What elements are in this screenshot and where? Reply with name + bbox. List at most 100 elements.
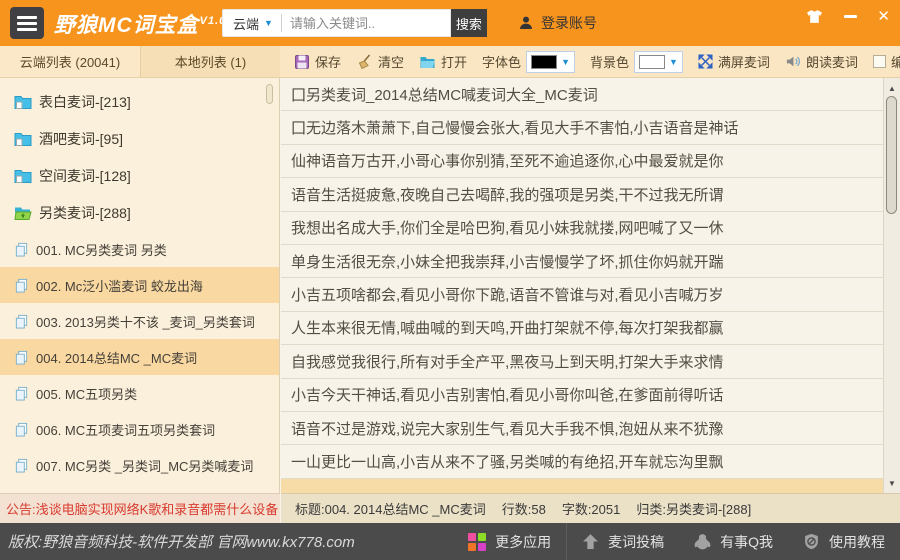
lyric-line[interactable]: 仙神语音万古开,小哥心事你别猜,至死不逾追逐你,心中最爱就是你 xyxy=(281,145,883,178)
sidebar-file-item[interactable]: 006. MC五项麦词五项另类套词 xyxy=(0,411,279,447)
edit-checkbox[interactable] xyxy=(873,55,886,68)
folder-list: 表白麦词-[213] 酒吧麦词-[95] 空间麦词-[128] 另类麦词-[288] xyxy=(0,78,279,231)
tab-cloud-list[interactable]: 云端列表 (20041) xyxy=(0,46,140,77)
font-color-swatch xyxy=(531,55,557,69)
file-label: 006. MC五项麦词五项另类套词 xyxy=(36,420,215,439)
bg-color-control: 背景色 ▼ xyxy=(590,51,683,73)
sidebar-file-item[interactable]: 005. MC五项另类 xyxy=(0,375,279,411)
file-icon xyxy=(14,422,29,437)
lyric-line[interactable]: 我想出名成大手,你们全是哈巴狗,看见小妹我就搂,网吧喊了又一休 xyxy=(281,212,883,245)
scrollbar-thumb[interactable] xyxy=(886,96,897,214)
folder-closed-icon xyxy=(14,168,32,183)
sidebar-file-item[interactable]: 007. MC另类 _另类词_MC另类喊麦词 xyxy=(0,447,279,483)
bg-color-swatch xyxy=(639,55,665,69)
folder-open-icon xyxy=(14,205,32,220)
save-icon xyxy=(294,54,310,70)
folder-open-icon xyxy=(419,54,436,69)
file-icon xyxy=(14,458,29,473)
minimize-button[interactable] xyxy=(844,6,857,26)
window-controls: ✕ xyxy=(805,6,890,26)
font-color-dropdown[interactable]: ▼ xyxy=(526,51,575,73)
lyric-line[interactable]: 囗另类麦词_2014总结MC喊麦词大全_MC麦词 xyxy=(281,78,883,111)
lyric-line[interactable]: 小吉五项啥都会,看见小哥你下跪,语音不管谁与对,看见小吉喊万岁 xyxy=(281,278,883,311)
lyrics-panel: 囗另类麦词_2014总结MC喊麦词大全_MC麦词囗无边落木萧萧下,自己慢慢会张大… xyxy=(281,78,883,493)
folder-label: 表白麦词-[213] xyxy=(39,92,131,112)
upload-arrow-icon xyxy=(582,533,599,550)
login-button[interactable]: 登录账号 xyxy=(518,13,597,33)
copyright-text: 版权:野狼音频科技-软件开发部 官网www.kx778.com xyxy=(0,531,355,552)
status-bar: 标题:004. 2014总结MC _MC麦词 行数:58 字数:2051 归类:… xyxy=(281,493,900,523)
bg-color-dropdown[interactable]: ▼ xyxy=(634,51,683,73)
status-line-count: 行数:58 xyxy=(502,499,546,518)
lyric-line[interactable]: 囗无边落木萧萧下,自己慢慢会张大,看见大手不害怕,小吉语音是神话 xyxy=(281,111,883,144)
search-box: 云端 ▼ xyxy=(222,9,451,37)
edit-lyrics-toggle[interactable]: 编辑麦词 xyxy=(873,52,900,71)
submit-lyrics-button[interactable]: 麦词投稿 xyxy=(567,523,679,560)
search-scope-dropdown[interactable]: 云端 ▼ xyxy=(223,14,281,33)
lyric-line[interactable]: 一山更比一山高,小吉从来不了骚,另类喊的有绝招,开车就忘沟里飘 xyxy=(281,445,883,478)
expand-arrows-icon xyxy=(698,54,713,69)
sidebar-file-item[interactable]: 002. Mc泛小滥麦词 蛟龙出海 xyxy=(0,267,279,303)
chevron-down-icon: ▼ xyxy=(669,57,678,67)
search-scope-value: 云端 xyxy=(233,14,259,33)
file-icon xyxy=(14,350,29,365)
file-icon xyxy=(14,242,29,257)
file-label: 004. 2014总结MC _MC麦词 xyxy=(36,348,197,367)
sidebar-file-item[interactable]: 004. 2014总结MC _MC麦词 xyxy=(0,339,279,375)
folder-closed-icon xyxy=(14,131,32,146)
lyric-line[interactable]: 单身生活很无奈,小妹全把我崇拜,小吉慢慢学了坏,抓住你妈就开踹 xyxy=(281,245,883,278)
search-button[interactable]: 搜索 xyxy=(451,9,487,37)
app-title: 野狼MC词宝盒V1.0 xyxy=(54,9,226,39)
close-button[interactable]: ✕ xyxy=(877,6,890,26)
open-button[interactable]: 打开 xyxy=(419,52,467,71)
read-aloud-button[interactable]: 朗读麦词 xyxy=(785,52,858,71)
font-color-control: 字体色 ▼ xyxy=(482,51,575,73)
apps-grid-icon xyxy=(468,533,486,551)
sidebar-scrollbar-thumb[interactable] xyxy=(266,84,273,104)
footer-buttons: 更多应用 麦词投稿 有事Q我 使用教程 xyxy=(453,523,900,560)
skin-icon[interactable] xyxy=(805,6,824,26)
fullscreen-lyrics-button[interactable]: 满屏麦词 xyxy=(698,52,770,71)
lyric-line-partial[interactable] xyxy=(281,479,883,493)
vertical-scrollbar[interactable]: ▲ ▼ xyxy=(883,78,900,493)
lyric-line[interactable]: 语音生活挺疲惫,夜晚自己去喝醉,我的强项是另类,干不过我无所谓 xyxy=(281,178,883,211)
sidebar-folder-item[interactable]: 空间麦词-[128] xyxy=(0,157,279,194)
sidebar-file-item[interactable]: 001. MC另类麦词 另类 xyxy=(0,231,279,267)
lyric-line[interactable]: 语音不过是游戏,说完大家别生气,看见大手我不惧,泡妞从来不犹豫 xyxy=(281,412,883,445)
tutorial-button[interactable]: 使用教程 xyxy=(788,523,900,560)
lyric-line[interactable]: 人生本来很无情,喊曲喊的到天鸣,开曲打架就不停,每次打架我都赢 xyxy=(281,312,883,345)
file-icon xyxy=(14,386,29,401)
lyric-line[interactable]: 小吉今天干神话,看见小吉别害怕,看见小哥你叫爸,在爹面前得听话 xyxy=(281,379,883,412)
sidebar-folder-item[interactable]: 酒吧麦词-[95] xyxy=(0,120,279,157)
scroll-down-icon[interactable]: ▼ xyxy=(884,475,900,491)
font-color-label: 字体色 xyxy=(482,52,521,71)
chevron-down-icon: ▼ xyxy=(561,57,570,67)
penguin-icon xyxy=(694,533,711,550)
sidebar-folder-item[interactable]: 表白麦词-[213] xyxy=(0,83,279,120)
save-button[interactable]: 保存 xyxy=(294,52,341,71)
sidebar-folder-item[interactable]: 另类麦词-[288] xyxy=(0,194,279,231)
status-word-count: 字数:2051 xyxy=(562,499,621,518)
lyric-line[interactable]: 自我感觉我很行,所有对手全产平,黑夜马上到天明,打架大手来求情 xyxy=(281,345,883,378)
chevron-down-icon: ▼ xyxy=(264,18,273,28)
folder-label: 另类麦词-[288] xyxy=(39,203,131,223)
tab-local-list[interactable]: 本地列表 (1) xyxy=(140,46,280,77)
file-label: 001. MC另类麦词 另类 xyxy=(36,240,167,259)
broom-icon xyxy=(356,54,373,70)
file-label: 003. 2013另类十不该 _麦词_另类套词 xyxy=(36,312,255,331)
file-label: 002. Mc泛小滥麦词 蛟龙出海 xyxy=(36,276,203,295)
main-menu-icon[interactable] xyxy=(10,7,44,39)
sidebar-file-item[interactable]: 003. 2013另类十不该 _麦词_另类套词 xyxy=(0,303,279,339)
folder-closed-icon xyxy=(14,94,32,109)
contact-qq-button[interactable]: 有事Q我 xyxy=(679,523,788,560)
announcement-bar[interactable]: 公告:浅谈电脑实现网络K歌和录音都需什么设备 xyxy=(0,493,280,523)
footer-bar: 版权:野狼音频科技-软件开发部 官网www.kx778.com 更多应用 麦词投… xyxy=(0,523,900,560)
file-list: 001. MC另类麦词 另类 002. Mc泛小滥麦词 蛟龙出海 003. 2013… xyxy=(0,231,279,483)
folder-label: 酒吧麦词-[95] xyxy=(39,129,123,149)
clear-button[interactable]: 清空 xyxy=(356,52,404,71)
app-title-text: 野狼MC词宝盒 xyxy=(54,14,199,37)
more-apps-button[interactable]: 更多应用 xyxy=(453,523,567,560)
search-input[interactable] xyxy=(282,16,450,31)
sidebar: 表白麦词-[213]酒吧麦词-[95]空间麦词-[128]另类麦词-[288] … xyxy=(0,78,280,493)
scroll-up-icon[interactable]: ▲ xyxy=(884,80,900,96)
